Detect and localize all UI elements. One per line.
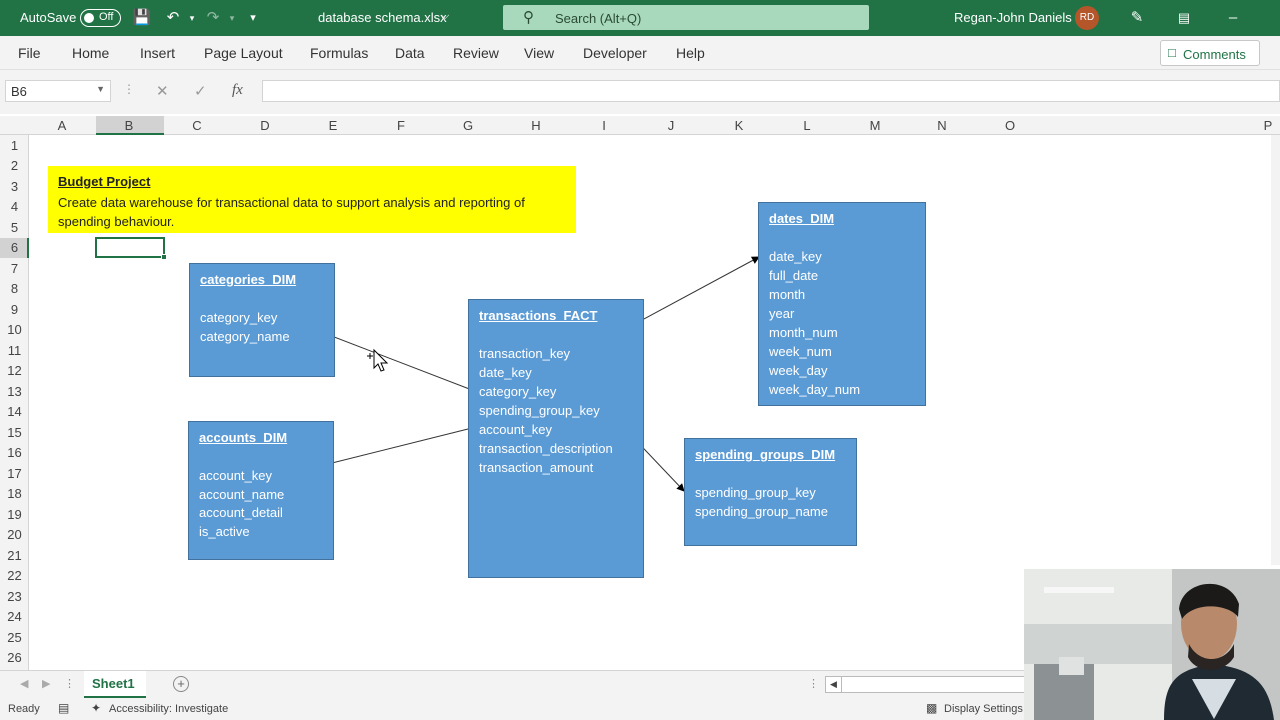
horizontal-scrollbar[interactable]: ◀	[825, 676, 1025, 693]
webcam-overlay	[1024, 569, 1280, 720]
next-sheet-icon[interactable]: ▶	[42, 677, 50, 690]
tab-options-icon[interactable]: ⋮	[64, 677, 75, 690]
table-field: month	[769, 287, 806, 302]
table-field: month_num	[769, 325, 838, 340]
table-field: category_key	[200, 310, 278, 325]
table-title: categories_DIM	[200, 272, 297, 287]
table-field: account_key	[199, 468, 272, 483]
table-field: transaction_description	[479, 441, 613, 456]
table-field: date_key	[479, 365, 532, 380]
table-field: spending_group_name	[695, 504, 828, 519]
table-field: date_key	[769, 249, 822, 264]
scroll-left-icon[interactable]: ◀	[826, 677, 842, 692]
table-field: category_name	[200, 329, 290, 344]
dates-dim-table[interactable]: dates_DIM date_key full_date month year …	[758, 202, 926, 406]
accessibility-icon[interactable]: ✦	[91, 701, 101, 715]
table-field: spending_group_key	[695, 485, 816, 500]
table-title: dates_DIM	[769, 211, 835, 226]
accounts-dim-table[interactable]: accounts_DIM account_key account_name ac…	[188, 421, 334, 560]
add-sheet-icon[interactable]: +	[173, 676, 189, 692]
table-field: week_num	[769, 344, 832, 359]
spending-groups-dim-table[interactable]: spending_groups_DIM spending_group_key s…	[684, 438, 857, 546]
table-field: category_key	[479, 384, 557, 399]
table-field: transaction_key	[479, 346, 571, 361]
table-field: week_day_num	[769, 382, 861, 397]
table-title: spending_groups_DIM	[695, 447, 836, 462]
presenter-video	[1024, 569, 1280, 720]
table-field: account_detail	[199, 505, 283, 520]
table-field: full_date	[769, 268, 819, 283]
sheet-tab-label: Sheet1	[92, 676, 135, 691]
table-field: is_active	[199, 524, 250, 539]
display-settings[interactable]: Display Settings	[944, 703, 1023, 715]
table-field: transaction_amount	[479, 460, 594, 475]
table-title: transactions_FACT	[479, 308, 598, 323]
prev-sheet-icon[interactable]: ◀	[20, 677, 28, 690]
accessibility-status[interactable]: Accessibility: Investigate	[109, 703, 228, 715]
table-field: spending_group_key	[479, 403, 600, 418]
table-field: account_name	[199, 487, 285, 502]
status-ready: Ready	[8, 703, 40, 715]
scroll-options-icon[interactable]: ⋮	[808, 677, 819, 690]
macro-record-icon[interactable]: ▤	[58, 701, 69, 715]
transactions-fact-table[interactable]: transactions_FACT transaction_key date_k…	[468, 299, 644, 578]
table-field: account_key	[479, 422, 552, 437]
categories-dim-table[interactable]: categories_DIM category_key category_nam…	[189, 263, 335, 377]
table-title: accounts_DIM	[199, 430, 288, 445]
table-field: week_day	[769, 363, 828, 378]
mouse-cursor-icon	[367, 348, 389, 372]
table-field: year	[769, 306, 795, 321]
sheet-tab[interactable]: Sheet1	[84, 671, 146, 698]
display-settings-icon[interactable]: ▩	[926, 701, 937, 715]
